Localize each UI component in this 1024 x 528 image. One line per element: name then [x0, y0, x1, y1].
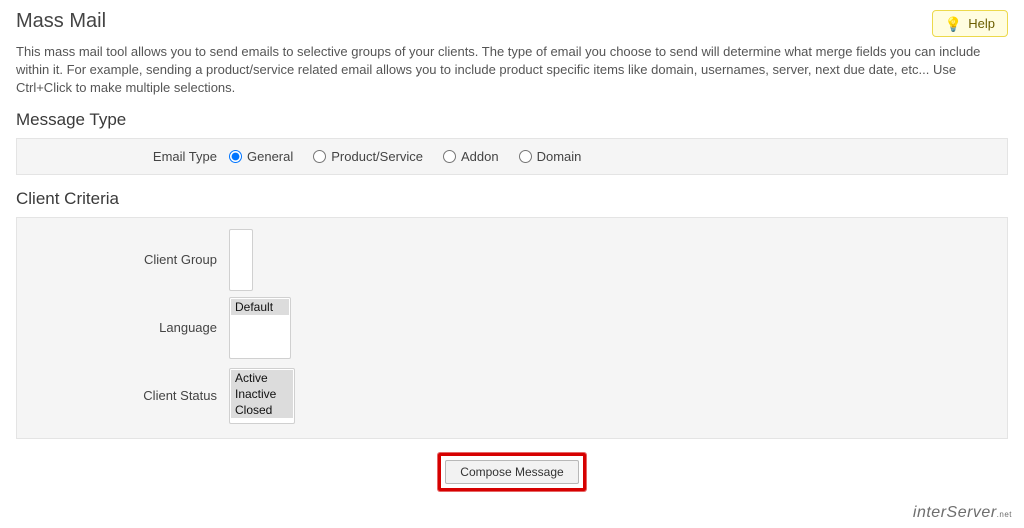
compose-highlight: Compose Message: [438, 453, 585, 491]
email-type-label: Email Type: [29, 149, 229, 164]
radio-general[interactable]: General: [229, 149, 293, 164]
language-option-default[interactable]: Default: [231, 299, 289, 315]
help-button[interactable]: 💡 Help: [932, 10, 1008, 37]
message-type-panel: Email Type General Product/Service Addon…: [16, 138, 1008, 175]
radio-domain-label: Domain: [537, 149, 582, 164]
client-group-label: Client Group: [29, 252, 229, 267]
radio-product-service-label: Product/Service: [331, 149, 423, 164]
radio-domain-input[interactable]: [519, 150, 532, 163]
radio-general-input[interactable]: [229, 150, 242, 163]
client-status-label: Client Status: [29, 388, 229, 403]
branding-suffix: .net: [997, 510, 1012, 519]
radio-product-service[interactable]: Product/Service: [313, 149, 423, 164]
radio-domain[interactable]: Domain: [519, 149, 582, 164]
compose-message-button[interactable]: Compose Message: [445, 460, 578, 484]
client-status-option-active[interactable]: Active: [231, 370, 293, 386]
radio-addon-input[interactable]: [443, 150, 456, 163]
branding-text: interServer: [913, 504, 997, 521]
page-description: This mass mail tool allows you to send e…: [16, 43, 1006, 98]
client-criteria-panel: Client Group Language Default Client Sta…: [16, 217, 1008, 439]
client-status-option-inactive[interactable]: Inactive: [231, 386, 293, 402]
client-status-option-closed[interactable]: Closed: [231, 402, 293, 418]
lightbulb-icon: 💡: [945, 17, 962, 31]
language-select[interactable]: Default: [229, 297, 291, 359]
radio-general-label: General: [247, 149, 293, 164]
radio-addon-label: Addon: [461, 149, 499, 164]
message-type-heading: Message Type: [16, 110, 1008, 130]
page-title: Mass Mail: [16, 10, 106, 33]
email-type-radios: General Product/Service Addon Domain: [229, 149, 581, 164]
branding-watermark: interServer.net: [913, 504, 1012, 522]
radio-product-service-input[interactable]: [313, 150, 326, 163]
help-button-label: Help: [968, 16, 995, 31]
client-group-select[interactable]: [229, 229, 253, 291]
radio-addon[interactable]: Addon: [443, 149, 499, 164]
client-status-select[interactable]: Active Inactive Closed: [229, 368, 295, 424]
language-label: Language: [29, 320, 229, 335]
client-criteria-heading: Client Criteria: [16, 189, 1008, 209]
